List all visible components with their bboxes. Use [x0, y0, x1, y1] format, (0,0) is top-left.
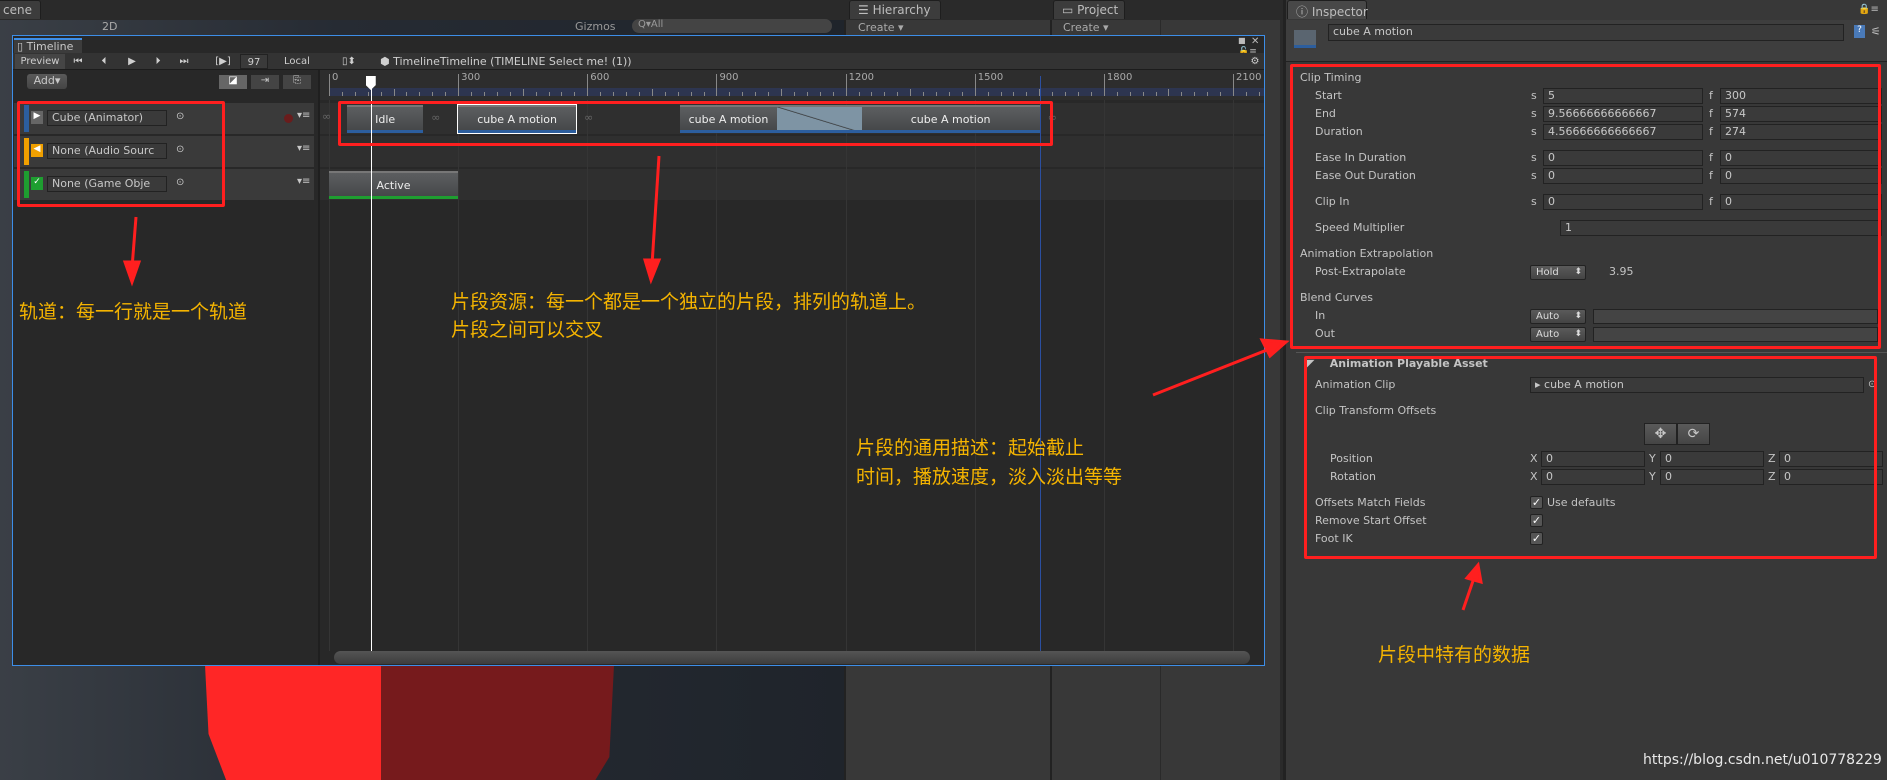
- clips-annotation-line1: 片段资源：每一个都是一个独立的片段，排列的轨道上。: [451, 291, 927, 313]
- annotation-arrows: [122, 155, 1483, 611]
- watermark: https://blog.csdn.net/u010778229: [1643, 752, 1882, 768]
- arrowhead-specific: [1464, 561, 1483, 585]
- tracks-annotation: 轨道：每一行就是一个轨道: [19, 301, 248, 323]
- common-annotation-line1: 片段的通用描述：起始截止: [856, 437, 1085, 459]
- arrowhead-tracks: [122, 260, 142, 287]
- arrowhead-common: [1259, 338, 1290, 359]
- arrow-clips: [650, 155, 661, 266]
- common-annotation-line2: 时间，播放速度，淡入淡出等等: [856, 466, 1123, 488]
- arrowhead-clips: [642, 258, 662, 285]
- arrow-common: [1152, 346, 1273, 397]
- clips-annotation-line2: 片段之间可以交叉: [451, 319, 604, 341]
- arrow-specific: [1461, 577, 1476, 611]
- arrow-tracks: [130, 216, 138, 269]
- specific-annotation: 片段中特有的数据: [1378, 644, 1531, 666]
